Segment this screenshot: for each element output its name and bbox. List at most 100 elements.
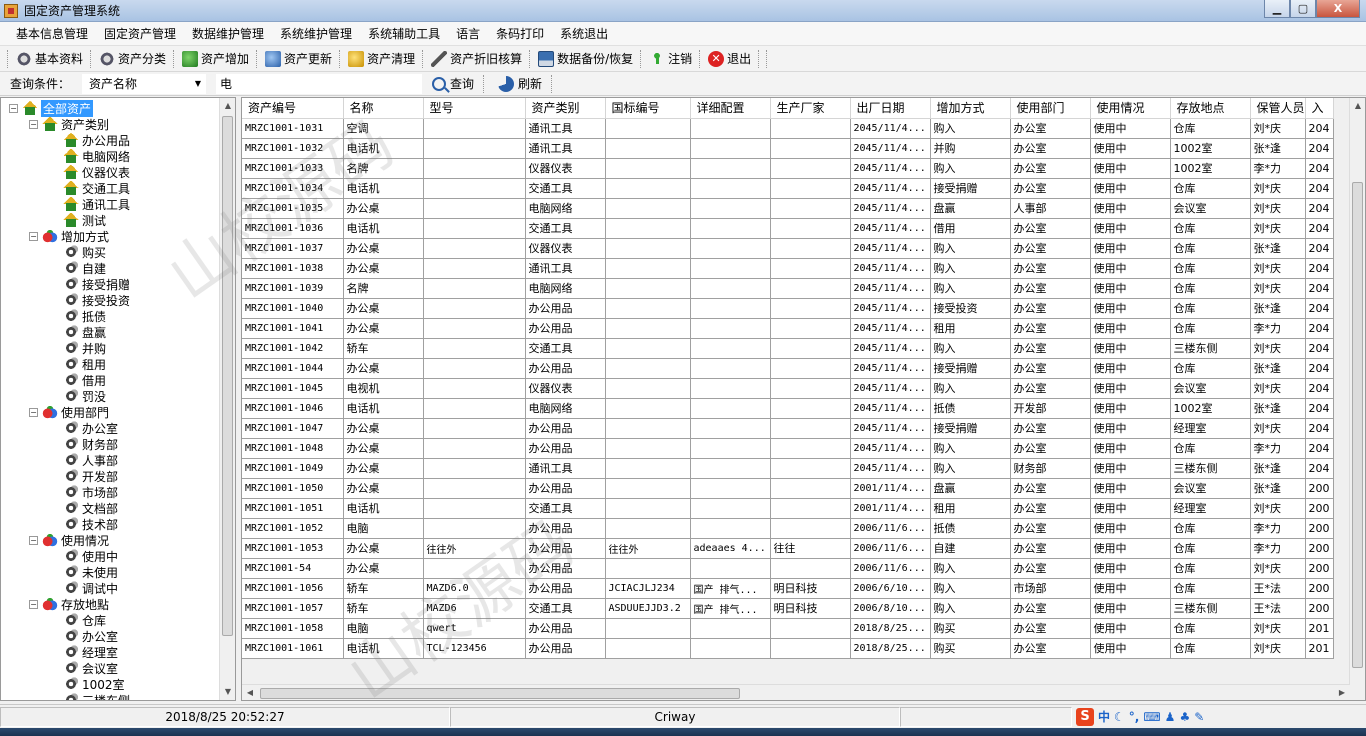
collapse-toggle-icon[interactable]: − [29, 599, 38, 609]
table-cell[interactable]: 204 [1305, 318, 1334, 339]
table-cell[interactable] [423, 378, 526, 399]
table-cell[interactable]: 办公室 [1010, 498, 1091, 519]
table-cell[interactable]: 刘*庆 [1250, 278, 1306, 299]
table-cell[interactable]: 名牌 [343, 158, 424, 179]
table-cell[interactable]: 交通工具 [525, 598, 606, 619]
depreciation-button[interactable]: 资产折旧核算 [427, 48, 526, 70]
table-cell[interactable]: 使用中 [1090, 298, 1171, 319]
table-cell[interactable]: 200 [1305, 578, 1334, 599]
table-cell[interactable]: 204 [1305, 238, 1334, 259]
table-cell[interactable] [690, 398, 771, 419]
table-row[interactable]: MRZC1001-1038 办公桌 通讯工具 2045/11/4... 购入 办公室 使用中… [242, 258, 1334, 279]
table-cell[interactable]: 办公室 [1010, 278, 1091, 299]
table-cell[interactable] [770, 438, 851, 459]
tree-scroll-thumb[interactable] [222, 116, 233, 636]
table-cell[interactable]: 仓库 [1170, 438, 1251, 459]
table-cell[interactable]: MRZC1001-1053 [242, 538, 344, 559]
table-cell[interactable]: 2045/11/4... [850, 178, 931, 199]
table-row[interactable]: MRZC1001-1032 电话机 通讯工具 2045/11/4... 并购 办公室 使用中… [242, 138, 1334, 159]
table-cell[interactable]: 办公室 [1010, 618, 1091, 639]
tree-item[interactable]: 人事部 [1, 452, 220, 468]
table-cell[interactable]: 使用中 [1090, 378, 1171, 399]
table-cell[interactable]: 2006/11/6... [850, 538, 931, 559]
menu-asset-management[interactable]: 固定资产管理 [96, 22, 184, 46]
table-cell[interactable]: 购买 [930, 638, 1011, 659]
table-cell[interactable]: 办公用品 [525, 518, 606, 539]
table-cell[interactable]: 电脑 [343, 518, 424, 539]
table-cell[interactable]: qwert [423, 618, 526, 639]
table-cell[interactable]: 仓库 [1170, 358, 1251, 379]
table-cell[interactable]: 使用中 [1090, 158, 1171, 179]
table-cell[interactable]: 使用中 [1090, 138, 1171, 159]
table-cell[interactable] [605, 178, 691, 199]
table-cell[interactable]: 李*力 [1250, 158, 1306, 179]
table-cell[interactable]: 接受投资 [930, 298, 1011, 319]
tree-item[interactable]: 并购 [1, 340, 220, 356]
table-cell[interactable]: 办公桌 [343, 198, 424, 219]
table-cell[interactable] [770, 418, 851, 439]
table-cell[interactable] [605, 558, 691, 579]
menu-barcode-print[interactable]: 条码打印 [488, 22, 552, 46]
table-row[interactable]: MRZC1001-1037 办公桌 仪器仪表 2045/11/4... 购入 办公室 使用中… [242, 238, 1334, 259]
table-cell[interactable] [605, 258, 691, 279]
table-cell[interactable]: 办公用品 [525, 478, 606, 499]
table-cell[interactable]: 办公室 [1010, 478, 1091, 499]
table-cell[interactable]: 204 [1305, 278, 1334, 299]
table-cell[interactable]: 2045/11/4... [850, 238, 931, 259]
table-cell[interactable]: 办公用品 [525, 418, 606, 439]
table-cell[interactable]: 2045/11/4... [850, 118, 931, 139]
tree-item[interactable]: 交通工具 [1, 180, 220, 196]
table-cell[interactable] [423, 258, 526, 279]
table-cell[interactable]: 2006/11/6... [850, 518, 931, 539]
table-cell[interactable]: MAZD6 [423, 598, 526, 619]
table-cell[interactable] [605, 358, 691, 379]
table-cell[interactable]: 电话机 [343, 638, 424, 659]
column-header[interactable]: 使用情况 [1090, 98, 1171, 119]
table-cell[interactable]: 办公室 [1010, 518, 1091, 539]
table-cell[interactable]: 办公室 [1010, 538, 1091, 559]
table-cell[interactable]: 办公用品 [525, 618, 606, 639]
query-field-select[interactable]: 资产名称 ▼ [82, 73, 206, 94]
table-cell[interactable] [770, 118, 851, 139]
table-cell[interactable] [690, 458, 771, 479]
punctuation-icon[interactable]: °, [1129, 710, 1140, 724]
column-header[interactable]: 国标编号 [605, 98, 691, 119]
table-cell[interactable] [690, 138, 771, 159]
table-cell[interactable]: 电脑网络 [525, 198, 606, 219]
tree-item[interactable]: 技术部 [1, 516, 220, 532]
table-cell[interactable] [423, 178, 526, 199]
table-cell[interactable]: 办公室 [1010, 238, 1091, 259]
table-cell[interactable]: 仓库 [1170, 578, 1251, 599]
table-cell[interactable]: 电脑 [343, 618, 424, 639]
table-cell[interactable]: 2045/11/4... [850, 338, 931, 359]
table-cell[interactable]: 2045/11/4... [850, 218, 931, 239]
column-header[interactable]: 入 [1305, 98, 1334, 119]
tree-item[interactable]: 抵债 [1, 308, 220, 324]
logout-button[interactable]: 注销 [645, 48, 696, 70]
table-cell[interactable]: 办公室 [1010, 338, 1091, 359]
table-cell[interactable]: 购入 [930, 338, 1011, 359]
column-header[interactable]: 使用部门 [1010, 98, 1091, 119]
tree-item[interactable]: 办公室 [1, 420, 220, 436]
table-row[interactable]: MRZC1001-1031 空调 通讯工具 2045/11/4... 购入 办公室 使用中仓… [242, 118, 1334, 139]
table-cell[interactable]: 交通工具 [525, 338, 606, 359]
table-cell[interactable]: MRZC1001-1047 [242, 418, 344, 439]
table-row[interactable]: MRZC1001-1049 办公桌 通讯工具 2045/11/4... 购入 财务部 使用中… [242, 458, 1334, 479]
table-cell[interactable]: 仓库 [1170, 638, 1251, 659]
table-cell[interactable]: 李*力 [1250, 318, 1306, 339]
tree-item[interactable]: 市场部 [1, 484, 220, 500]
table-cell[interactable]: MRZC1001-1057 [242, 598, 344, 619]
table-row[interactable]: MRZC1001-54 办公桌 办公用品 2006/11/6... 购入 办公室 使用中 仓库… [242, 558, 1334, 579]
table-cell[interactable]: 200 [1305, 498, 1334, 519]
table-cell[interactable]: 办公室 [1010, 358, 1091, 379]
table-cell[interactable]: 通讯工具 [525, 138, 606, 159]
table-cell[interactable]: 刘*庆 [1250, 118, 1306, 139]
tree-item[interactable]: 开发部 [1, 468, 220, 484]
table-cell[interactable] [690, 198, 771, 219]
tree-group[interactable]: − 资产类别 [1, 116, 220, 132]
maximize-button[interactable]: ▢ [1290, 0, 1316, 18]
menu-basic-info[interactable]: 基本信息管理 [8, 22, 96, 46]
table-cell[interactable]: 使用中 [1090, 338, 1171, 359]
table-cell[interactable] [423, 458, 526, 479]
table-cell[interactable]: 使用中 [1090, 638, 1171, 659]
